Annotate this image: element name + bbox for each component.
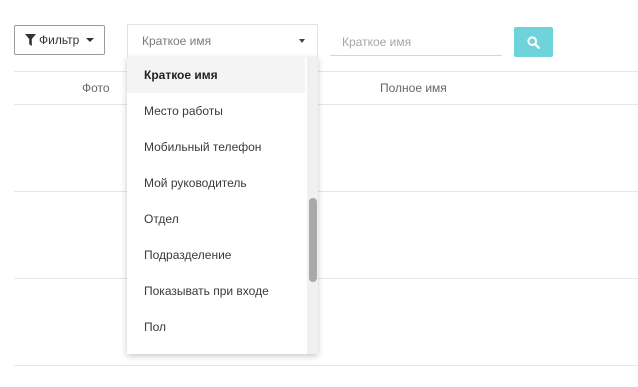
- dropdown-option-label: Подразделение: [144, 248, 232, 262]
- dropdown-option-label: Отдел: [144, 212, 179, 226]
- column-header-full-name: Полное имя: [380, 81, 447, 95]
- dropdown-option[interactable]: Мобильный телефон: [127, 129, 305, 165]
- field-select[interactable]: Краткое имя: [127, 24, 318, 57]
- dropdown-option[interactable]: Отдел: [127, 201, 305, 237]
- dropdown-option-label: Пол: [144, 320, 167, 334]
- dropdown-option[interactable]: Подразделение: [127, 237, 305, 273]
- table-row-divider: [14, 365, 638, 366]
- field-select-value: Краткое имя: [142, 34, 212, 48]
- column-header-photo: Фото: [82, 81, 110, 95]
- dropdown-scrollbar[interactable]: [307, 57, 318, 354]
- table-header-bottom-divider: [14, 104, 638, 105]
- dropdown-option-label: Показывать при входе: [144, 284, 269, 298]
- search-icon: [527, 35, 540, 49]
- chevron-down-icon: [86, 38, 95, 42]
- dropdown-option[interactable]: Место работы: [127, 93, 305, 129]
- table-row-divider: [14, 191, 638, 192]
- dropdown-option-label: Место работы: [144, 104, 223, 118]
- dropdown-option-label: Мой руководитель: [144, 176, 247, 190]
- dropdown-option[interactable]: Пол: [127, 309, 305, 345]
- search-input[interactable]: [330, 28, 502, 56]
- search-button[interactable]: [514, 27, 553, 57]
- dropdown-option[interactable]: Краткое имя: [127, 57, 305, 93]
- chevron-down-icon: [299, 39, 305, 43]
- scrollbar-thumb[interactable]: [309, 198, 317, 282]
- dropdown-option[interactable]: Мой руководитель: [127, 165, 305, 201]
- field-select-dropdown: Краткое имя Место работы Мобильный телеф…: [127, 57, 318, 354]
- funnel-icon: [25, 34, 36, 46]
- table-row-divider: [14, 278, 638, 279]
- filter-button[interactable]: Фильтр: [14, 25, 105, 55]
- table-header-top-divider: [14, 71, 638, 72]
- dropdown-option-label: Краткое имя: [144, 68, 218, 82]
- dropdown-option-label: Мобильный телефон: [144, 140, 262, 154]
- dropdown-option[interactable]: Показывать при входе: [127, 273, 305, 309]
- filter-button-label: Фильтр: [39, 33, 80, 47]
